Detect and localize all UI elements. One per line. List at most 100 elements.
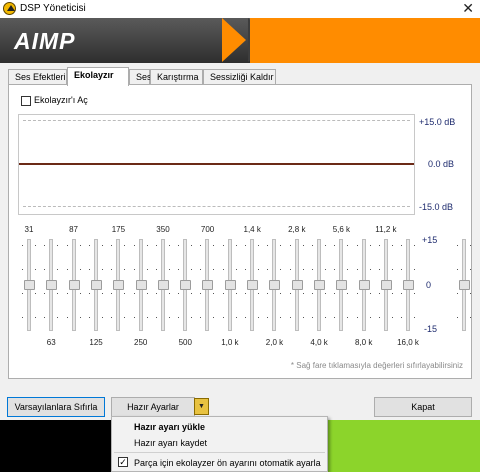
slider-tick [267, 269, 269, 270]
eq-band-slider-thumb[interactable] [90, 280, 102, 290]
slider-tick [200, 269, 202, 270]
slider-tick [245, 317, 246, 318]
tab-sound-effects[interactable]: Ses Efektleri [8, 69, 67, 85]
slider-tick [378, 293, 380, 294]
eq-band-slider-thumb[interactable] [113, 280, 125, 290]
slider-tick [369, 269, 371, 270]
band-frequency-label: 2,0 k [265, 338, 284, 347]
slider-tick [88, 317, 90, 318]
eq-band-slider-thumb[interactable] [403, 280, 415, 290]
slider-tick [35, 245, 36, 246]
slider-tick [267, 293, 269, 294]
tab-mixing[interactable]: Karıştırma [150, 69, 203, 85]
band-frequency-label: 1,4 k [243, 225, 261, 234]
slider-tick [35, 317, 36, 318]
eq-band-slider-thumb[interactable] [247, 280, 258, 290]
slider-tick [470, 293, 471, 294]
slider-tick [311, 269, 313, 270]
slider-tick [457, 317, 458, 318]
slider-tick [267, 245, 269, 246]
slider-tick [57, 317, 59, 318]
slider-tick [168, 245, 170, 246]
close-window-icon[interactable]: ✕ [462, 0, 474, 17]
reset-hint-text: * Sağ fare tıklamasıyla değerleri sıfırl… [290, 361, 463, 370]
aimp-banner: AIMP [0, 18, 480, 63]
eq-band-slider-thumb[interactable] [380, 280, 392, 290]
reset-defaults-button[interactable]: Varsayılanlara Sıfırla [7, 397, 105, 417]
tab-silence-removal[interactable]: Sessizliği Kaldır [203, 69, 276, 85]
slider-tick [191, 245, 193, 246]
tab-volume[interactable]: Ses [129, 69, 152, 85]
auto-preset-checkbox[interactable]: ✓ [118, 457, 128, 467]
slider-tick [324, 293, 326, 294]
slider-tick [57, 269, 59, 270]
menu-item-auto-preset[interactable]: Parça için ekolayzer ön ayarını otomatik… [134, 458, 321, 468]
slider-tick [356, 245, 358, 246]
slider-tick [369, 293, 371, 294]
slider-tick [302, 293, 304, 294]
eq-band-slider-thumb[interactable] [269, 280, 281, 290]
slider-tick [235, 317, 237, 318]
enable-equalizer-checkbox[interactable] [21, 96, 31, 106]
eq-band-slider-thumb[interactable] [24, 280, 35, 290]
band-frequency-label: 87 [69, 225, 78, 234]
eq-band-slider-thumb[interactable] [202, 280, 214, 290]
slider-tick [146, 245, 148, 246]
slider-tick [101, 269, 103, 270]
db-label-zero: 0.0 dB [428, 159, 455, 169]
eq-band-slider-thumb[interactable] [358, 280, 370, 290]
slider-tick [311, 245, 313, 246]
slider-tick [302, 245, 304, 246]
slider-tick [391, 245, 393, 246]
band-frequency-label: 4,0 k [310, 338, 328, 347]
slider-tick [191, 269, 193, 270]
slider-tick [57, 293, 59, 294]
slider-tick [391, 269, 393, 270]
slider-tick [79, 293, 81, 294]
slider-tick [401, 245, 403, 246]
slider-tick [470, 245, 471, 246]
slider-tick [133, 293, 135, 294]
slider-tick [79, 245, 81, 246]
slider-tick [133, 269, 135, 270]
presets-button[interactable]: Hazır Ayarlar [111, 397, 195, 417]
slider-tick [101, 293, 103, 294]
eq-band-slider-thumb[interactable] [291, 280, 303, 290]
slider-tick [334, 293, 336, 294]
eq-band-slider-thumb[interactable] [336, 280, 348, 290]
band-frequency-label: 5,6 k [332, 225, 351, 234]
preamp-slider-thumb[interactable] [459, 280, 470, 290]
tab-equalizer[interactable]: Ekolayzır [67, 67, 129, 86]
eq-band-slider-thumb[interactable] [68, 280, 80, 290]
slider-tick [35, 293, 36, 294]
aimp-logo: AIMP [14, 28, 76, 54]
eq-band-slider-thumb[interactable] [157, 280, 169, 290]
slider-tick [178, 245, 180, 246]
band-frequency-label: 500 [178, 338, 192, 347]
eq-band-slider-thumb[interactable] [180, 280, 192, 290]
eq-band-slider-thumb[interactable] [135, 280, 147, 290]
menu-item-load-preset[interactable]: Hazır ayarı yükle [134, 422, 205, 432]
slider-tick [88, 269, 90, 270]
slider-tick [334, 245, 336, 246]
slider-scale-max: +15 [422, 235, 438, 245]
eq-band-slider-thumb[interactable] [224, 280, 236, 290]
band-frequency-label: 11,2 k [375, 225, 397, 234]
slider-tick [369, 317, 371, 318]
background-green-area [328, 420, 480, 472]
slider-tick [401, 317, 403, 318]
eq-band-slider-thumb[interactable] [313, 280, 325, 290]
slider-tick [311, 317, 313, 318]
slider-tick [245, 245, 246, 246]
eq-band-slider-thumb[interactable] [46, 280, 58, 290]
band-frequency-label: 16,0 k [397, 338, 419, 347]
slider-tick [168, 293, 170, 294]
slider-tick [258, 269, 259, 270]
slider-tick [44, 293, 46, 294]
slider-tick [191, 317, 193, 318]
close-button[interactable]: Kapat [374, 397, 472, 417]
presets-dropdown-button[interactable]: ▼ [194, 398, 209, 415]
slider-tick [302, 269, 304, 270]
slider-tick [66, 245, 68, 246]
menu-item-save-preset[interactable]: Hazır ayarı kaydet [134, 438, 207, 448]
